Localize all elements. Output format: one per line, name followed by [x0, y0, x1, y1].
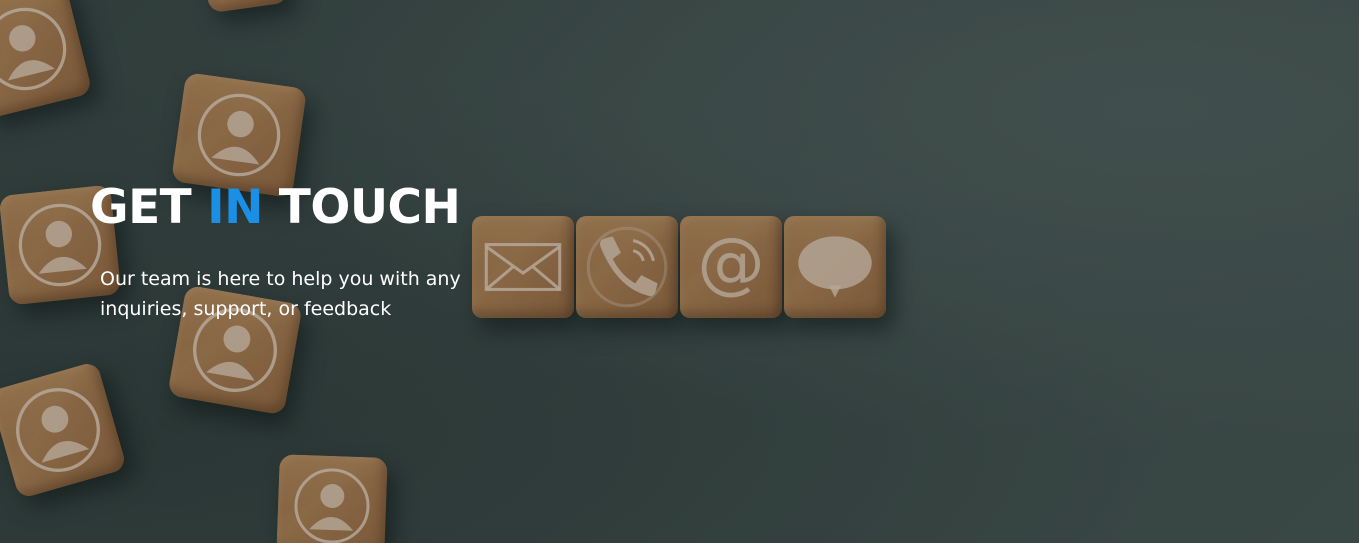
contact-hero: @ GET IN TOUCH Our team is here to help …: [0, 0, 1359, 543]
at-sign-icon: @: [697, 223, 764, 301]
background-cube: [203, 0, 289, 14]
chat-cube: [784, 216, 886, 318]
hero-subtitle: Our team is here to help you with any in…: [100, 268, 461, 320]
person-cube: [0, 0, 93, 120]
at-sign-glyph: @: [697, 223, 764, 301]
person-icon: [16, 388, 101, 472]
phone-cube: [576, 216, 678, 318]
phone-icon: [586, 226, 668, 308]
at-sign-cube: @: [680, 216, 782, 318]
person-cube: [276, 454, 388, 543]
hero-content: GET IN TOUCH Our team is here to help yo…: [90, 178, 490, 324]
title-accent-in: IN: [207, 180, 263, 235]
chat-bubble-icon: [798, 236, 872, 298]
page-title: GET IN TOUCH: [90, 178, 490, 238]
title-part-get: GET: [90, 180, 208, 235]
person-cube: [0, 360, 128, 500]
person-icon: [0, 7, 67, 91]
title-part-touch: TOUCH: [262, 180, 461, 235]
person-icon: [294, 468, 370, 543]
